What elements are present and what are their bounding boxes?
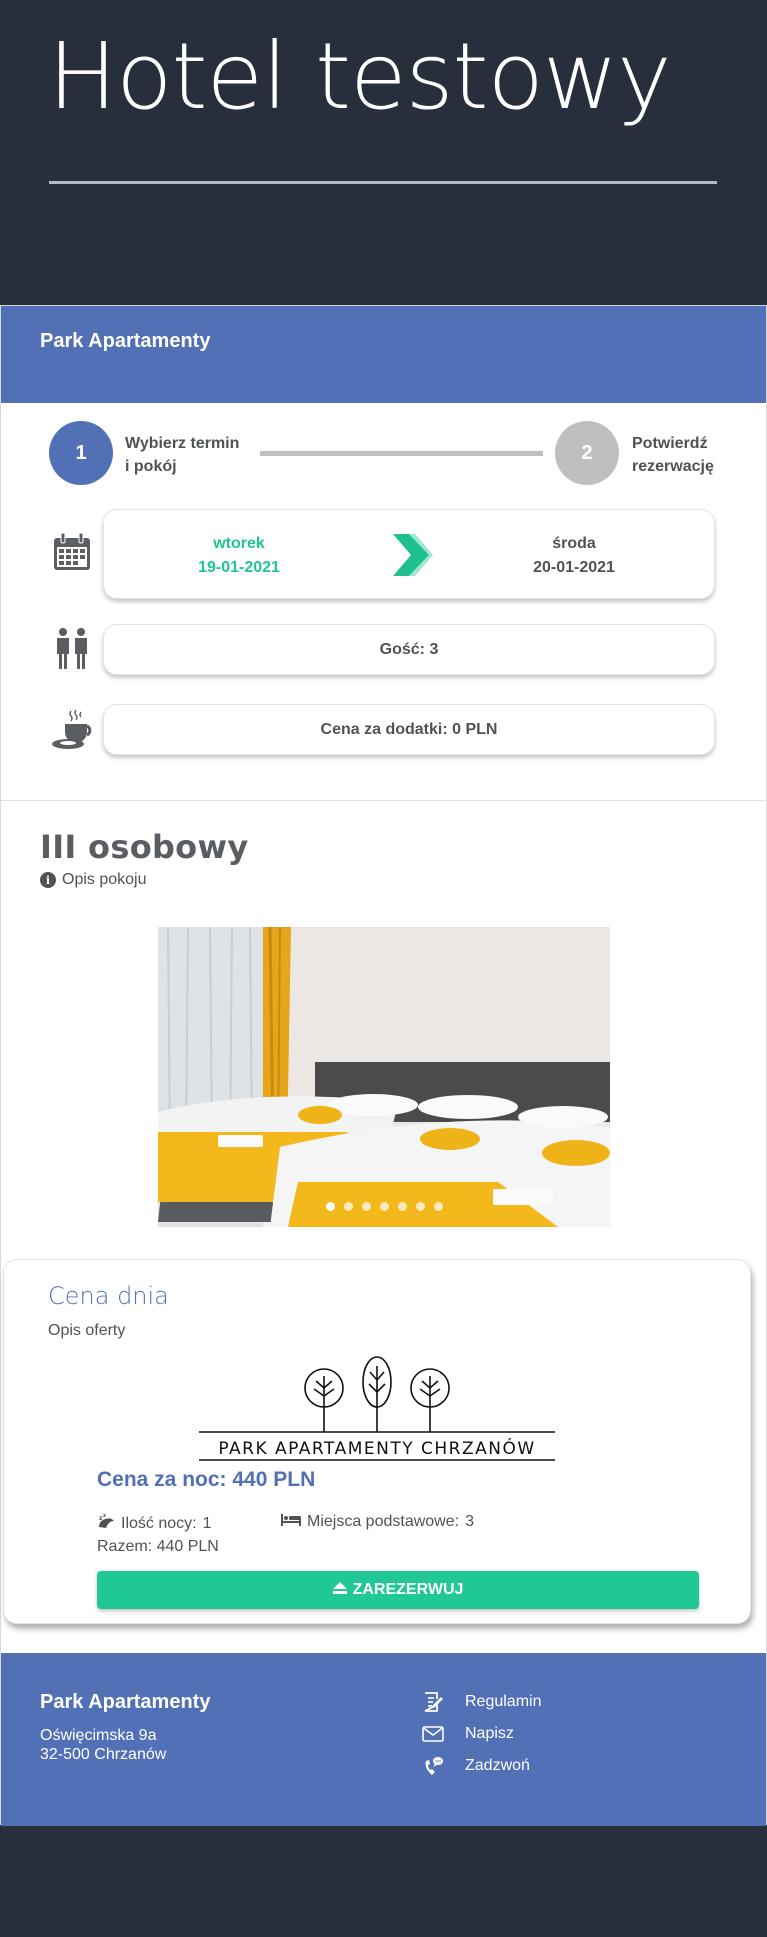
sleep-icon: z z	[97, 1513, 115, 1534]
room-photo-carousel[interactable]	[158, 927, 610, 1227]
guests-value: Gość: 3	[379, 640, 439, 658]
step-2-circle[interactable]: 2	[555, 421, 619, 485]
eject-icon	[332, 1581, 347, 1599]
info-icon: i	[40, 872, 56, 888]
carousel-dot[interactable]	[397, 1202, 407, 1211]
footer-link-napisz[interactable]: Napisz	[421, 1723, 514, 1745]
check-out-date[interactable]: środa 20-01-2021	[474, 532, 674, 580]
step-2-label: Potwierdź rezerwację	[632, 432, 762, 478]
footer-address-line1: Oświęcimska 9a	[40, 1727, 157, 1744]
bed-icon	[281, 1513, 301, 1531]
room-photo	[158, 927, 610, 1227]
step-2-label-line2: rezerwację	[632, 458, 714, 475]
step-1-label-line2: i pokój	[125, 458, 177, 475]
footer: Park Apartamenty Oświęcimska 9a 32-500 C…	[1, 1653, 766, 1826]
carousel-dot[interactable]	[343, 1202, 353, 1211]
offer-title: Cena dnia	[48, 1282, 169, 1310]
phone-icon	[421, 1755, 445, 1777]
hero-header: Hotel testowy	[0, 0, 767, 305]
step-2-label-line1: Potwierdź	[632, 435, 708, 452]
booking-steps: 1 Wybierz termin i pokój 2 Potwierdź rez…	[1, 419, 766, 489]
step-progress-line	[260, 451, 543, 456]
footer-link-zadzwon-label: Zadzwoń	[465, 1757, 530, 1774]
room-description-link[interactable]: i Opis pokoju	[40, 871, 147, 889]
page-title: Hotel testowy	[48, 23, 672, 130]
check-in-date[interactable]: wtorek 19-01-2021	[139, 532, 339, 580]
guests-selector[interactable]: Gość: 3	[103, 624, 715, 675]
step-1-label-line1: Wybierz termin	[125, 435, 240, 452]
carousel-dot[interactable]	[325, 1202, 335, 1211]
section-divider	[1, 800, 766, 801]
nights-label: Ilość nocy:	[121, 1514, 197, 1532]
carousel-dot[interactable]	[415, 1202, 425, 1211]
footer-address-line2: 32-500 Chrzanów	[40, 1746, 167, 1763]
book-button[interactable]: ZAREZERWUJ	[97, 1571, 699, 1609]
carousel-dot[interactable]	[379, 1202, 389, 1211]
park-apartamenty-logo: PARK APARTAMENTY CHRZANÓW	[197, 1354, 557, 1470]
book-button-label: ZAREZERWUJ	[352, 1581, 464, 1598]
beds-label: Miejsca podstawowe:	[307, 1513, 460, 1530]
footer-link-zadzwon[interactable]: Zadzwoń	[421, 1755, 530, 1777]
calendar-icon	[51, 531, 93, 573]
footer-link-regulamin-label: Regulamin	[465, 1693, 542, 1710]
carousel-dots	[158, 1202, 610, 1211]
beds-value: 3	[465, 1513, 474, 1530]
coffee-icon	[51, 706, 93, 752]
brand-bar: Park Apartamenty	[1, 306, 766, 403]
extras-price: Cena za dodatki: 0 PLN	[320, 720, 498, 738]
offer-description: Opis oferty	[48, 1322, 126, 1339]
check-out-value: 20-01-2021	[533, 559, 615, 576]
chevron-right-icon	[389, 532, 433, 583]
footer-link-regulamin[interactable]: Regulamin	[421, 1691, 541, 1713]
carousel-dot[interactable]	[361, 1202, 371, 1211]
envelope-icon	[421, 1723, 445, 1745]
date-range-selector[interactable]: wtorek 19-01-2021 środa 20-01-2021	[103, 509, 715, 599]
step-1-circle[interactable]: 1	[49, 421, 113, 485]
footer-brand-name: Park Apartamenty	[40, 1691, 211, 1713]
logo-text: PARK APARTAMENTY CHRZANÓW	[218, 1437, 535, 1459]
svg-text:z: z	[103, 1513, 106, 1519]
check-in-value: 19-01-2021	[198, 559, 280, 576]
beds-info: Miejsca podstawowe: 3	[281, 1513, 474, 1531]
check-out-day: środa	[552, 535, 596, 552]
booking-widget: Park Apartamenty 1 Wybierz termin i pokó…	[0, 305, 767, 1826]
people-icon	[51, 626, 93, 672]
carousel-dot[interactable]	[433, 1202, 443, 1211]
total-price: Razem: 440 PLN	[97, 1538, 219, 1555]
step-1-label: Wybierz termin i pokój	[125, 432, 265, 478]
title-underline	[49, 181, 717, 184]
price-per-night: Cena za noc: 440 PLN	[97, 1468, 316, 1491]
room-title: III osobowy	[40, 828, 249, 866]
footer-link-napisz-label: Napisz	[465, 1725, 514, 1742]
nights-info: z z Ilość nocy: 1	[97, 1513, 212, 1534]
document-icon	[421, 1691, 445, 1713]
brand-name: Park Apartamenty	[40, 330, 211, 352]
extras-selector[interactable]: Cena za dodatki: 0 PLN	[103, 704, 715, 755]
check-in-day: wtorek	[213, 535, 265, 552]
nights-value: 1	[202, 1514, 212, 1532]
room-description-label: Opis pokoju	[62, 871, 147, 888]
offer-card: Cena dnia Opis oferty PARK APARTAMENTY C…	[3, 1259, 751, 1624]
